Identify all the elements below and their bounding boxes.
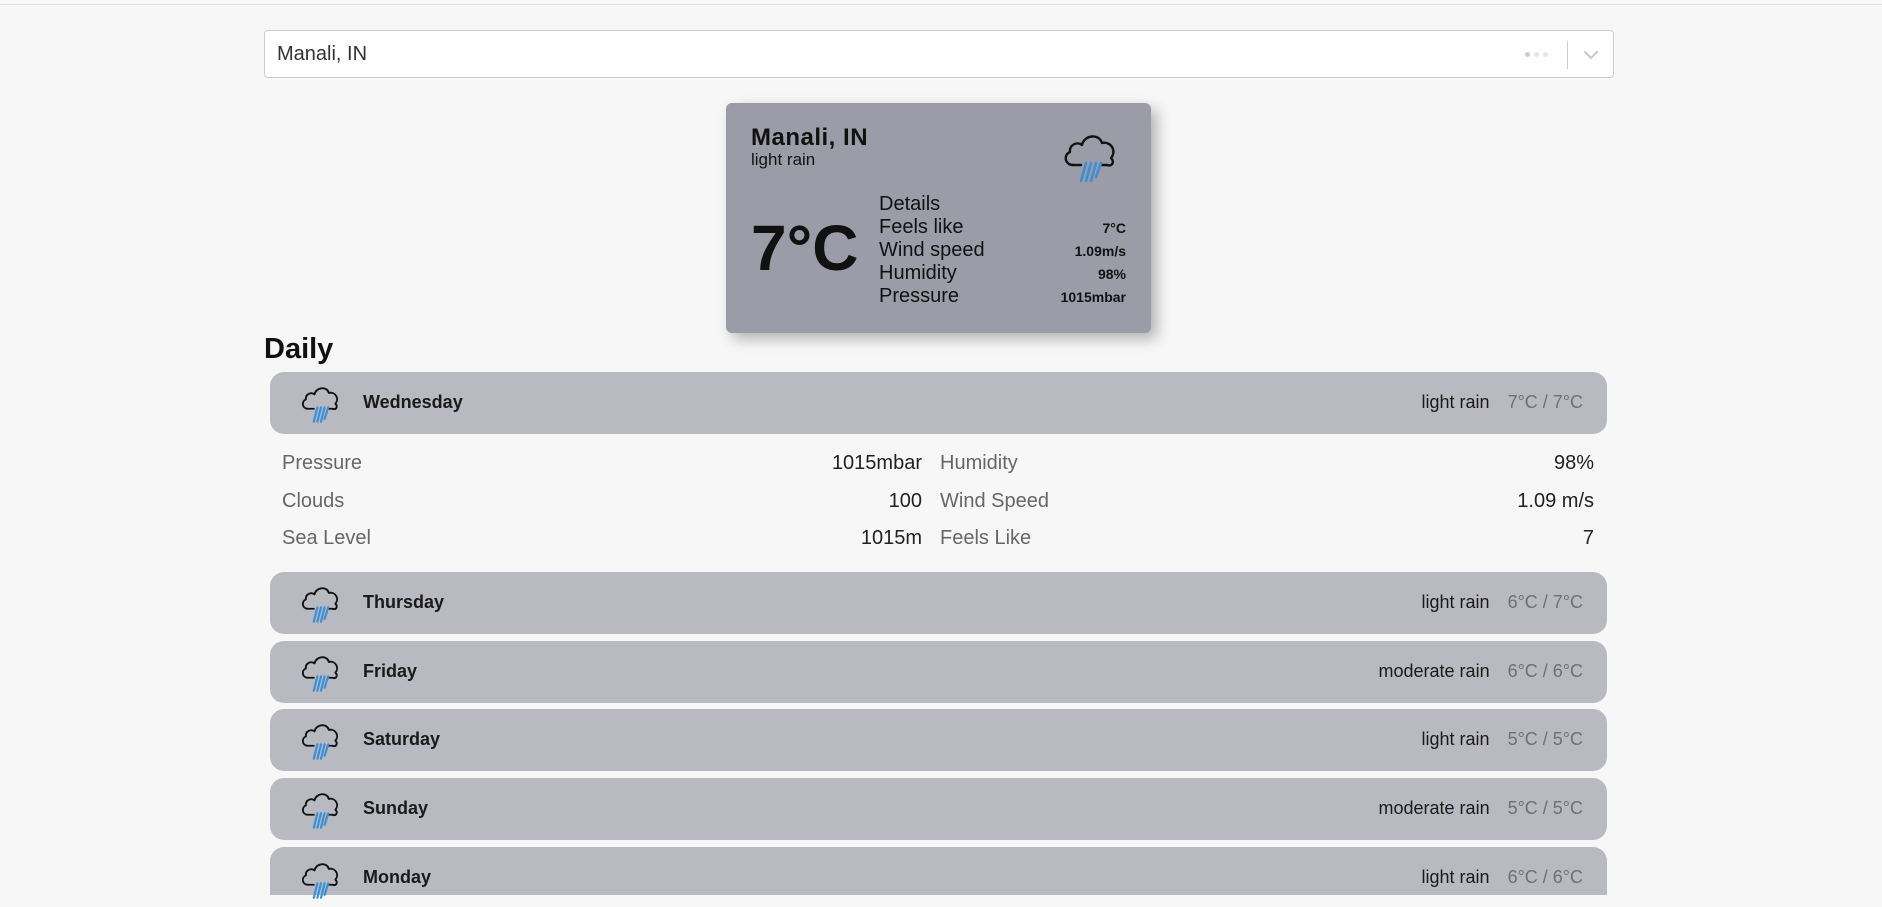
rain-cloud-icon bbox=[298, 786, 344, 832]
day-detail-row: Pressure 1015mbar bbox=[282, 445, 922, 483]
day-description: light rain bbox=[1421, 867, 1490, 887]
day-description: light rain bbox=[1421, 392, 1490, 412]
top-border bbox=[0, 0, 1882, 5]
current-temperature: 7°C bbox=[751, 212, 859, 284]
day-detail-value: 1015m bbox=[860, 527, 922, 549]
day-row-friday[interactable]: Friday moderate rain 6°C / 6°C bbox=[270, 641, 1607, 703]
daily-title: Daily bbox=[264, 333, 334, 365]
detail-label: Wind speed bbox=[879, 239, 985, 261]
day-temperature-range: 6°C / 7°C bbox=[1507, 592, 1583, 612]
day-detail-label: Wind Speed bbox=[940, 489, 1049, 512]
detail-row: Feels like 7°C bbox=[879, 216, 1126, 239]
day-name: Wednesday bbox=[363, 392, 463, 412]
day-row-monday[interactable]: Monday light rain 6°C / 6°C bbox=[270, 847, 1607, 899]
day-name: Sunday bbox=[363, 798, 429, 818]
day-name: Friday bbox=[363, 661, 418, 681]
day-detail-label: Clouds bbox=[282, 489, 345, 512]
day-row-saturday[interactable]: Saturday light rain 5°C / 5°C bbox=[270, 709, 1607, 771]
day-detail-label: Humidity bbox=[940, 452, 1018, 474]
detail-row: Humidity 98% bbox=[879, 262, 1126, 285]
rain-cloud-icon bbox=[298, 380, 344, 426]
detail-row: Pressure 1015mbar bbox=[879, 285, 1126, 308]
day-name: Monday bbox=[363, 867, 432, 887]
day-temperature-range: 7°C / 7°C bbox=[1507, 392, 1583, 412]
detail-value: 1.09m/s bbox=[1074, 242, 1126, 259]
day-details-panel: Pressure 1015mbar Clouds 100 Sea Level 1… bbox=[282, 445, 1594, 558]
rain-cloud-icon bbox=[298, 580, 344, 626]
day-row-sunday[interactable]: Sunday moderate rain 5°C / 5°C bbox=[270, 778, 1607, 840]
rain-cloud-icon bbox=[298, 649, 344, 695]
day-name: Saturday bbox=[363, 729, 441, 749]
detail-value: 1015mbar bbox=[1060, 288, 1126, 305]
details-title: Details bbox=[879, 193, 941, 215]
day-detail-row: Wind Speed 1.09 m/s bbox=[940, 483, 1594, 521]
day-temperature-range: 6°C / 6°C bbox=[1507, 867, 1583, 887]
weather-app: Manali, IN Manali, IN light rain 7°C Det… bbox=[264, 30, 1614, 899]
chevron-down-icon[interactable] bbox=[1577, 41, 1605, 69]
day-detail-value: 98% bbox=[1553, 452, 1594, 474]
current-weather-card: Manali, IN light rain 7°C Details Feels … bbox=[726, 103, 1151, 333]
day-row-thursday[interactable]: Thursday light rain 6°C / 7°C bbox=[270, 572, 1607, 634]
detail-label: Feels like bbox=[879, 216, 964, 238]
day-description: moderate rain bbox=[1378, 661, 1490, 681]
day-temperature-range: 5°C / 5°C bbox=[1507, 729, 1583, 749]
day-description: light rain bbox=[1421, 592, 1490, 612]
detail-label: Humidity bbox=[879, 262, 957, 284]
day-details-right: Humidity 98% Wind Speed 1.09 m/s Feels L… bbox=[940, 445, 1594, 558]
day-detail-row: Sea Level 1015m bbox=[282, 520, 922, 558]
current-details: Details Feels like 7°C Wind speed 1.09m/… bbox=[879, 193, 1126, 308]
detail-value: 7°C bbox=[1102, 219, 1127, 236]
rain-cloud-icon bbox=[298, 717, 344, 763]
day-detail-label: Pressure bbox=[282, 452, 363, 474]
day-detail-value: 7 bbox=[1582, 527, 1594, 549]
loading-indicator-icon bbox=[1525, 52, 1548, 57]
day-temperature-range: 5°C / 5°C bbox=[1507, 798, 1583, 818]
rain-cloud-icon bbox=[1059, 125, 1123, 189]
detail-label: Pressure bbox=[879, 285, 960, 307]
day-detail-row: Clouds 100 bbox=[282, 483, 922, 521]
day-detail-row: Feels Like 7 bbox=[940, 520, 1594, 558]
search-value[interactable]: Manali, IN bbox=[277, 43, 367, 66]
detail-row: Wind speed 1.09m/s bbox=[879, 239, 1126, 262]
day-name: Thursday bbox=[363, 592, 445, 612]
day-detail-row: Humidity 98% bbox=[940, 445, 1594, 483]
day-detail-value: 1015mbar bbox=[831, 452, 922, 474]
day-detail-value: 100 bbox=[888, 489, 922, 512]
day-temperature-range: 6°C / 6°C bbox=[1507, 661, 1583, 681]
day-detail-label: Sea Level bbox=[282, 527, 371, 549]
city-search-select[interactable]: Manali, IN bbox=[264, 30, 1614, 78]
day-description: moderate rain bbox=[1378, 798, 1490, 818]
day-description: light rain bbox=[1421, 729, 1490, 749]
detail-value: 98% bbox=[1097, 265, 1126, 282]
day-detail-value: 1.09 m/s bbox=[1517, 489, 1594, 512]
day-details-left: Pressure 1015mbar Clouds 100 Sea Level 1… bbox=[282, 445, 922, 558]
rain-cloud-icon bbox=[298, 856, 344, 902]
indicator-separator bbox=[1567, 41, 1568, 69]
day-row-wednesday[interactable]: Wednesday light rain 7°C / 7°C bbox=[270, 372, 1607, 434]
details-title-row: Details bbox=[879, 193, 1126, 216]
day-detail-label: Feels Like bbox=[940, 527, 1032, 549]
